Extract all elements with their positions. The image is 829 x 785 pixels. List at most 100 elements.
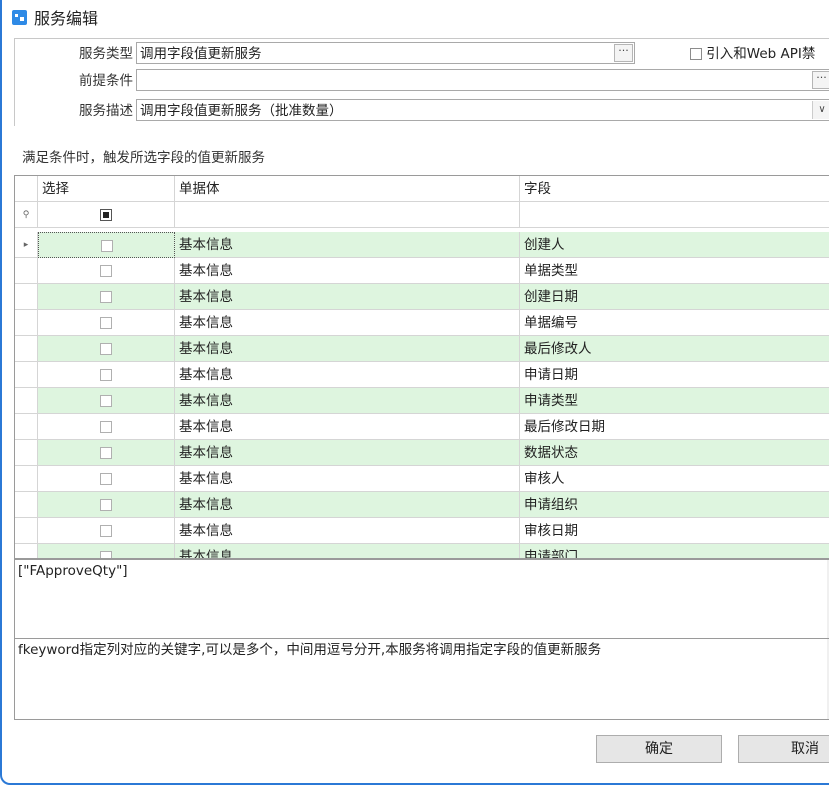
row-checkbox[interactable] <box>100 473 112 485</box>
row-select-cell[interactable] <box>38 440 175 466</box>
filter-entity-cell[interactable] <box>175 202 520 228</box>
row-checkbox[interactable] <box>100 499 112 511</box>
row-checkbox[interactable] <box>100 265 112 277</box>
row-entity-cell[interactable]: 基本信息 <box>175 232 520 258</box>
row-checkbox[interactable] <box>100 447 112 459</box>
webapi-checkbox-box[interactable] <box>690 48 702 60</box>
ok-button[interactable]: 确定 <box>596 735 722 763</box>
field-grid: 选择 单据体 字段 ⚲ ▸ 基本信息 创建人 基本信息 单据类型 基本信息 创建日期 基本信息… <box>14 175 829 559</box>
row-entity-cell[interactable]: 基本信息 <box>175 414 520 440</box>
row-checkbox[interactable] <box>100 343 112 355</box>
row-entity-cell[interactable]: 基本信息 <box>175 544 520 558</box>
row-field-cell[interactable]: 创建人 <box>520 232 829 258</box>
row-indicator[interactable] <box>15 466 38 492</box>
row-select-cell[interactable] <box>38 310 175 336</box>
row-indicator[interactable] <box>15 362 38 388</box>
table-row[interactable]: 基本信息 最后修改日期 <box>15 414 829 440</box>
table-row[interactable]: 基本信息 单据编号 <box>15 310 829 336</box>
header-field[interactable]: 字段 <box>520 176 829 202</box>
row-entity-cell[interactable]: 基本信息 <box>175 336 520 362</box>
row-checkbox[interactable] <box>100 317 112 329</box>
row-entity-cell[interactable]: 基本信息 <box>175 388 520 414</box>
row-select-cell[interactable] <box>38 284 175 310</box>
row-field-cell[interactable]: 申请日期 <box>520 362 829 388</box>
row-field-cell[interactable]: 最后修改日期 <box>520 414 829 440</box>
header-entity[interactable]: 单据体 <box>175 176 520 202</box>
keyword-textbox[interactable]: ["FApproveQty"] <box>14 559 829 639</box>
select-all-checkbox[interactable] <box>100 209 112 221</box>
row-indicator[interactable] <box>15 414 38 440</box>
row-entity-cell[interactable]: 基本信息 <box>175 518 520 544</box>
row-select-cell[interactable] <box>38 518 175 544</box>
table-row[interactable]: 基本信息 单据类型 <box>15 258 829 284</box>
row-select-cell[interactable] <box>38 414 175 440</box>
row-field-cell[interactable]: 申请组织 <box>520 492 829 518</box>
row-entity-cell[interactable]: 基本信息 <box>175 440 520 466</box>
webapi-checkbox-label: 引入和Web API禁 <box>706 46 816 62</box>
row-checkbox[interactable] <box>100 240 113 252</box>
row-field-cell[interactable]: 单据类型 <box>520 258 829 284</box>
row-checkbox[interactable] <box>100 525 112 537</box>
row-select-cell[interactable] <box>38 362 175 388</box>
precondition-field[interactable]: ··· <box>136 69 829 91</box>
table-row[interactable]: ▸ 基本信息 创建人 <box>15 232 829 258</box>
row-checkbox[interactable] <box>100 395 112 407</box>
row-indicator[interactable] <box>15 258 38 284</box>
row-checkbox[interactable] <box>100 369 112 381</box>
filter-select-cell[interactable] <box>38 202 175 228</box>
webapi-checkbox[interactable]: 引入和Web API禁 <box>690 42 815 66</box>
service-type-ellipsis-button[interactable]: ··· <box>614 44 633 62</box>
description-select[interactable]: 调用字段值更新服务（批准数量） ∨ <box>136 99 829 121</box>
table-row[interactable]: 基本信息 申请部门 <box>15 544 829 558</box>
table-row[interactable]: 基本信息 申请日期 <box>15 362 829 388</box>
row-select-cell[interactable] <box>38 258 175 284</box>
row-select-cell[interactable] <box>38 388 175 414</box>
row-select-cell[interactable] <box>38 492 175 518</box>
row-entity-cell[interactable]: 基本信息 <box>175 466 520 492</box>
row-entity-cell[interactable]: 基本信息 <box>175 492 520 518</box>
service-type-field[interactable]: 调用字段值更新服务 ··· <box>136 42 635 64</box>
row-entity-cell[interactable]: 基本信息 <box>175 284 520 310</box>
row-entity-cell[interactable]: 基本信息 <box>175 362 520 388</box>
help-textbox[interactable]: fkeyword指定列对应的关键字,可以是多个，中间用逗号分开,本服务将调用指定… <box>14 638 829 720</box>
table-row[interactable]: 基本信息 申请组织 <box>15 492 829 518</box>
row-indicator[interactable] <box>15 544 38 558</box>
row-select-cell[interactable] <box>38 544 175 558</box>
table-row[interactable]: 基本信息 数据状态 <box>15 440 829 466</box>
precondition-ellipsis-button[interactable]: ··· <box>812 71 829 89</box>
row-field-cell[interactable]: 数据状态 <box>520 440 829 466</box>
row-entity-cell[interactable]: 基本信息 <box>175 310 520 336</box>
row-indicator[interactable] <box>15 440 38 466</box>
filter-field-cell[interactable] <box>520 202 829 228</box>
row-checkbox[interactable] <box>100 291 112 303</box>
row-field-cell[interactable]: 创建日期 <box>520 284 829 310</box>
row-indicator[interactable] <box>15 518 38 544</box>
row-select-cell[interactable] <box>38 336 175 362</box>
row-field-cell[interactable]: 审核日期 <box>520 518 829 544</box>
table-row[interactable]: 基本信息 申请类型 <box>15 388 829 414</box>
row-select-cell[interactable] <box>38 466 175 492</box>
row-field-cell[interactable]: 最后修改人 <box>520 336 829 362</box>
row-indicator[interactable] <box>15 336 38 362</box>
row-indicator[interactable] <box>15 284 38 310</box>
row-field-cell[interactable]: 审核人 <box>520 466 829 492</box>
row-indicator[interactable] <box>15 492 38 518</box>
row-indicator[interactable] <box>15 310 38 336</box>
row-field-cell[interactable]: 申请类型 <box>520 388 829 414</box>
table-row[interactable]: 基本信息 审核日期 <box>15 518 829 544</box>
header-select[interactable]: 选择 <box>38 176 175 202</box>
chevron-down-icon[interactable]: ∨ <box>812 101 829 119</box>
table-row[interactable]: 基本信息 最后修改人 <box>15 336 829 362</box>
table-row[interactable]: 基本信息 审核人 <box>15 466 829 492</box>
row-checkbox[interactable] <box>100 421 112 433</box>
row-entity-cell[interactable]: 基本信息 <box>175 258 520 284</box>
row-field-cell[interactable]: 申请部门 <box>520 544 829 558</box>
row-select-cell[interactable] <box>38 232 175 258</box>
row-indicator[interactable]: ▸ <box>15 232 38 258</box>
table-row[interactable]: 基本信息 创建日期 <box>15 284 829 310</box>
app-icon <box>12 9 27 25</box>
row-field-cell[interactable]: 单据编号 <box>520 310 829 336</box>
row-indicator[interactable] <box>15 388 38 414</box>
cancel-button[interactable]: 取消 <box>738 735 829 763</box>
row-checkbox[interactable] <box>100 551 112 558</box>
